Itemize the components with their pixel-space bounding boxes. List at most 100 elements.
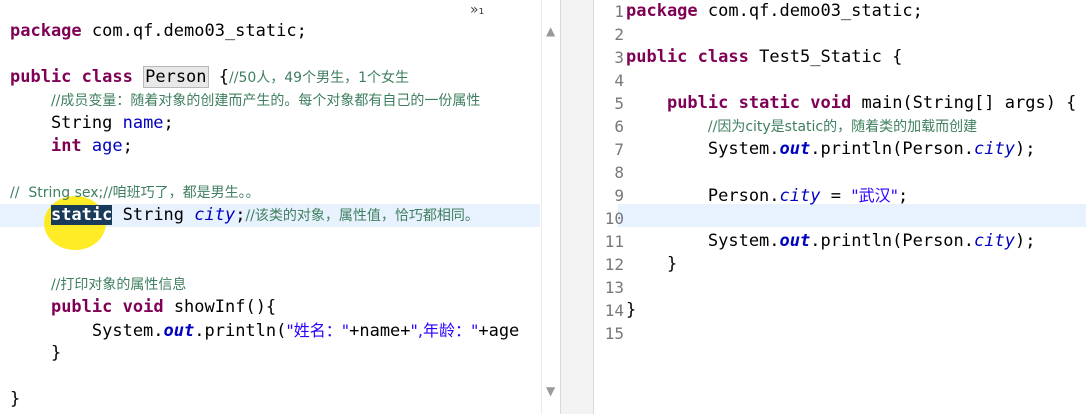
code-token: package [10, 21, 82, 41]
line-number: 5 [614, 94, 624, 113]
left-scrollbar[interactable]: ▲ ▼ [541, 0, 560, 414]
line-number: 10 [604, 209, 624, 228]
code-token: } [10, 343, 62, 363]
code-token: .println( [194, 321, 287, 341]
code-line[interactable]: } [626, 299, 636, 322]
tab-overflow-icon[interactable]: »₁ [470, 2, 484, 18]
code-token: main(String[] args) { [851, 93, 1077, 113]
code-token: age [91, 136, 123, 156]
code-token: Person [143, 66, 209, 88]
line-number: 3 [614, 48, 624, 67]
code-line[interactable]: //成员变量：随着对象的创建而产生的。每个对象都有自己的一份属性 [10, 89, 480, 112]
scroll-down-icon[interactable]: ▼ [546, 384, 555, 398]
code-token: = [820, 186, 852, 206]
code-token: ; [122, 136, 133, 156]
code-token: ; [235, 205, 246, 225]
code-token: +name+ [349, 321, 411, 341]
code-token: ",年龄：" [410, 321, 479, 340]
editor-split-divider[interactable] [560, 0, 594, 414]
left-editor[interactable]: »₁ package com.qf.demo03_static;public c… [0, 0, 560, 414]
line-number: 9 [614, 186, 624, 205]
code-line[interactable]: //因为city是static的，随着类的加载而创建 [626, 115, 977, 138]
line-number: 14 [604, 301, 624, 320]
code-token: //成员变量：随着对象的创建而产生的。每个对象都有自己的一份属性 [50, 93, 481, 109]
right-editor[interactable]: 1 package com.qf.demo03_static; 2 3 public c… [594, 0, 1086, 414]
code-token: out [779, 139, 811, 159]
code-token: "姓名：" [286, 321, 350, 340]
code-token: +age [478, 321, 520, 341]
code-token: void [810, 93, 852, 113]
line-number: 11 [604, 232, 624, 251]
code-token: { [208, 67, 230, 87]
code-token: //该类的对象，属性值，恰巧都相同。 [245, 208, 479, 224]
code-token: package [626, 1, 698, 21]
line-number: 1 [614, 2, 624, 21]
code-token: out [779, 231, 811, 251]
code-token: class [81, 67, 133, 87]
code-line[interactable]: } [10, 342, 61, 365]
code-line[interactable]: System.out.println(Person.city); [626, 138, 1036, 161]
code-token: Test5_Static { [748, 47, 903, 67]
code-line[interactable]: } [626, 253, 677, 276]
line-number: 8 [614, 163, 624, 182]
code-token: ); [1014, 139, 1036, 159]
line-number: 4 [614, 71, 624, 90]
code-line[interactable]: package com.qf.demo03_static; [626, 0, 923, 23]
code-token: public [626, 47, 688, 67]
code-token: static [738, 93, 801, 113]
code-line[interactable]: Person.city = "武汉"; [626, 184, 908, 207]
code-line[interactable]: String name; [10, 112, 174, 135]
code-token: System. [626, 139, 780, 159]
code-line[interactable]: // String sex;//咱班巧了，都是男生。。 [10, 181, 260, 204]
code-token: city [779, 186, 821, 206]
code-token: public [666, 93, 729, 113]
code-token: city [974, 139, 1015, 159]
code-line[interactable]: public static void main(String[] args) { [626, 92, 1076, 115]
code-token: Person. [626, 186, 780, 206]
line-number: 2 [614, 25, 624, 44]
line-number: 12 [604, 255, 624, 274]
line-number: 6 [614, 117, 624, 136]
code-token: void [122, 297, 164, 317]
code-line[interactable]: //打印对象的属性信息 [10, 273, 186, 296]
line-number: 13 [604, 278, 624, 297]
code-token: class [697, 47, 749, 67]
code-token: showInf(){ [163, 297, 277, 317]
code-token: //打印对象的属性信息 [50, 277, 187, 293]
code-line[interactable]: System.out.println("姓名："+name+",年龄："+age [10, 319, 519, 342]
scroll-up-icon[interactable]: ▲ [546, 24, 555, 38]
code-line[interactable]: public void showInf(){ [10, 296, 276, 319]
code-token: //50人，49个男生，1个女生 [229, 70, 409, 86]
code-token: out [163, 321, 195, 341]
code-token: String [10, 113, 123, 133]
code-line[interactable]: } [10, 388, 20, 411]
code-line[interactable]: int age; [10, 135, 133, 158]
code-token: } [10, 389, 21, 409]
code-line[interactable]: public class Test5_Static { [626, 46, 902, 69]
code-line[interactable]: static String city;//该类的对象，属性值，恰巧都相同。 [10, 204, 479, 227]
code-line[interactable]: package com.qf.demo03_static; [10, 20, 307, 43]
code-token: } [626, 254, 678, 274]
code-token: city [194, 205, 236, 225]
code-token: //因为city是static的，随着类的加载而创建 [707, 119, 978, 135]
code-token: int [50, 136, 82, 156]
code-token: } [626, 300, 637, 320]
code-token: System. [626, 231, 780, 251]
code-token: ; [163, 113, 174, 133]
code-line[interactable]: System.out.println(Person.city); [626, 230, 1036, 253]
code-token: static [50, 205, 113, 225]
code-line[interactable]: public class Person {//50人，49个男生，1个女生 [10, 66, 409, 89]
code-token: public [10, 67, 72, 87]
